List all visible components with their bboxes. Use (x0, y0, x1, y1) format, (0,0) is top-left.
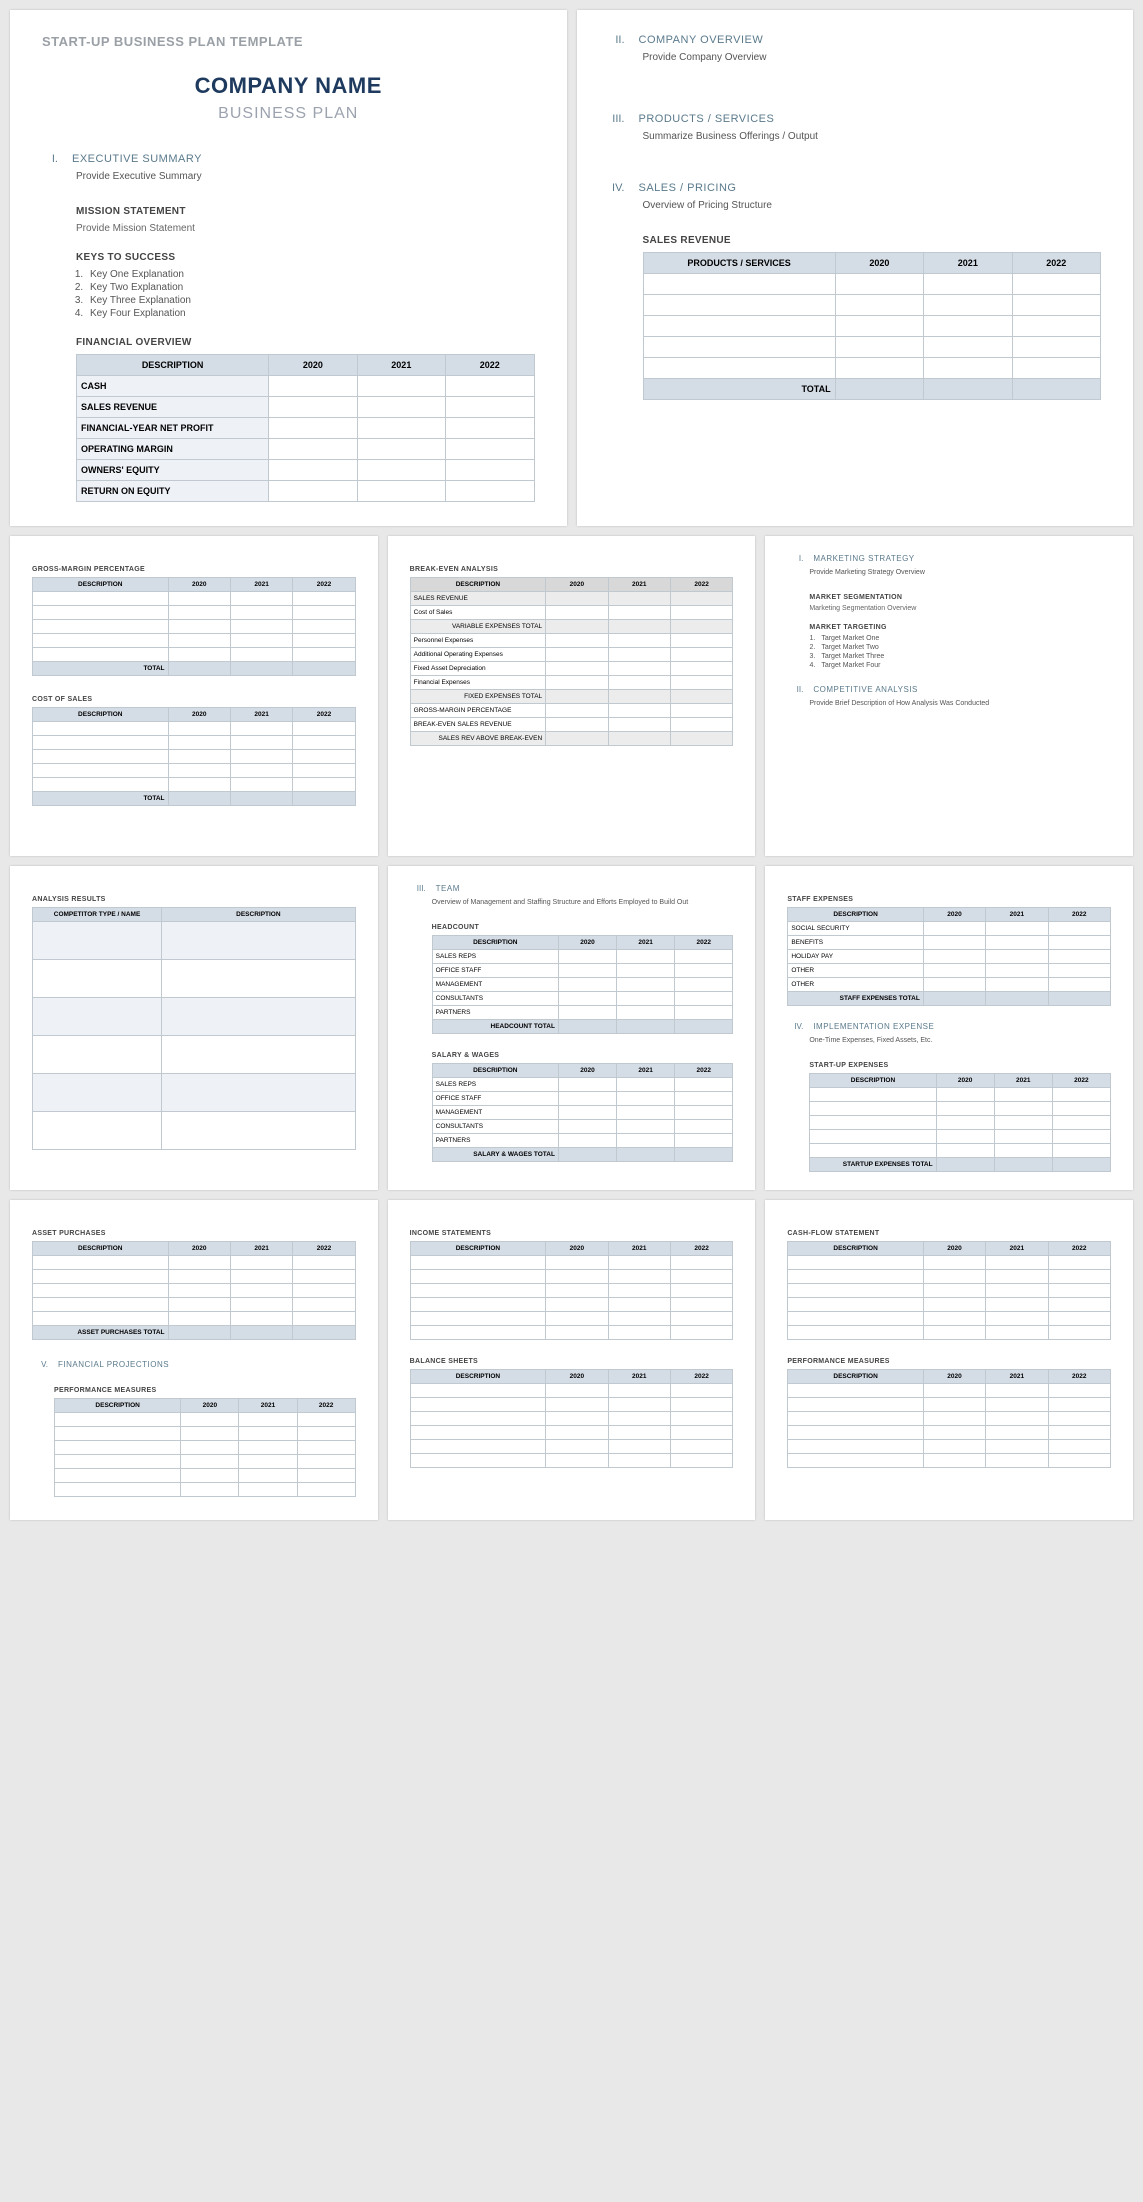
page-6: ANALYSIS RESULTS COMPETITOR TYPE / NAMED… (10, 866, 378, 1190)
su-head: START-UP EXPENSES (809, 1062, 1111, 1069)
pm2-table: DESCRIPTION202020212022 (787, 1369, 1111, 1468)
page-5: I.MARKETING STRATEGY Provide Marketing S… (765, 536, 1133, 856)
page-8: STAFF EXPENSES DESCRIPTION202020212022 S… (765, 866, 1133, 1190)
doc-subtitle: BUSINESS PLAN (42, 105, 535, 123)
hc-table: DESCRIPTION202020212022 SALES REPS OFFIC… (432, 935, 734, 1034)
section-team: III.TEAM (410, 884, 734, 893)
bea-head: BREAK-EVEN ANALYSIS (410, 566, 734, 573)
gmp-table: DESCRIPTION202020212022 TOTAL (32, 577, 356, 676)
seg-head: MARKET SEGMENTATION (809, 594, 1111, 601)
page-7: III.TEAM Overview of Management and Staf… (388, 866, 756, 1190)
bs-head: BALANCE SHEETS (410, 1358, 734, 1365)
pm-table: DESCRIPTION202020212022 (54, 1398, 356, 1497)
cf-head: CASH-FLOW STATEMENT (787, 1230, 1111, 1237)
ar-table: COMPETITOR TYPE / NAMEDESCRIPTION (32, 907, 356, 1150)
page-1: START-UP BUSINESS PLAN TEMPLATE COMPANY … (10, 10, 567, 526)
page-11: CASH-FLOW STATEMENT DESCRIPTION202020212… (765, 1200, 1133, 1520)
bs-table: DESCRIPTION202020212022 (410, 1369, 734, 1468)
pm2-head: PERFORMANCE MEASURES (787, 1358, 1111, 1365)
page-9: ASSET PURCHASES DESCRIPTION202020212022 … (10, 1200, 378, 1520)
sales-revenue-head: SALES REVENUE (643, 235, 1102, 246)
page-2: II.COMPANY OVERVIEW Provide Company Over… (577, 10, 1134, 526)
section-company-overview: II.COMPANY OVERVIEW (609, 34, 1102, 46)
fin-overview-table: DESCRIPTION202020212022 CASH SALES REVEN… (76, 354, 535, 502)
ap-head: ASSET PURCHASES (32, 1230, 356, 1237)
section-impl-expense: IV.IMPLEMENTATION EXPENSE (787, 1022, 1111, 1031)
cos-head: COST OF SALES (32, 696, 356, 703)
company-name: COMPANY NAME (42, 73, 535, 99)
bea-table: DESCRIPTION202020212022 SALES REVENUE Co… (410, 577, 734, 746)
tgt-list: Target Market One Target Market Two Targ… (817, 635, 1111, 669)
keys-list: Key One Explanation Key Two Explanation … (86, 269, 535, 319)
mission-head: MISSION STATEMENT (76, 206, 535, 217)
section-exec-summary: I. EXECUTIVE SUMMARY (42, 153, 535, 165)
is-head: INCOME STATEMENTS (410, 1230, 734, 1237)
is-table: DESCRIPTION202020212022 (410, 1241, 734, 1340)
ap-table: DESCRIPTION202020212022 ASSET PURCHASES … (32, 1241, 356, 1340)
ar-head: ANALYSIS RESULTS (32, 896, 356, 903)
su-table: DESCRIPTION202020212022 STARTUP EXPENSES… (809, 1073, 1111, 1172)
cf-table: DESCRIPTION202020212022 (787, 1241, 1111, 1340)
sw-table: DESCRIPTION202020212022 SALES REPS OFFIC… (432, 1063, 734, 1162)
se-head: STAFF EXPENSES (787, 896, 1111, 903)
cos-table: DESCRIPTION202020212022 TOTAL (32, 707, 356, 806)
section-products-services: III.PRODUCTS / SERVICES (609, 113, 1102, 125)
se-table: DESCRIPTION202020212022 SOCIAL SECURITY … (787, 907, 1111, 1006)
section-marketing: I.MARKETING STRATEGY (787, 554, 1111, 563)
page-10: INCOME STATEMENTS DESCRIPTION20202021202… (388, 1200, 756, 1520)
fin-overview-head: FINANCIAL OVERVIEW (76, 337, 535, 348)
tgt-head: MARKET TARGETING (809, 624, 1111, 631)
hc-head: HEADCOUNT (432, 924, 734, 931)
sw-head: SALARY & WAGES (432, 1052, 734, 1059)
section-fin-proj: V.FINANCIAL PROJECTIONS (32, 1360, 356, 1369)
pm-head: PERFORMANCE MEASURES (54, 1387, 356, 1394)
gmp-head: GROSS-MARGIN PERCENTAGE (32, 566, 356, 573)
sales-revenue-table: PRODUCTS / SERVICES202020212022 TOTAL (643, 252, 1102, 400)
page-3: GROSS-MARGIN PERCENTAGE DESCRIPTION20202… (10, 536, 378, 856)
template-title: START-UP BUSINESS PLAN TEMPLATE (42, 34, 535, 49)
section-competitive: II.COMPETITIVE ANALYSIS (787, 685, 1111, 694)
section-sales-pricing: IV.SALES / PRICING (609, 182, 1102, 194)
page-4: BREAK-EVEN ANALYSIS DESCRIPTION202020212… (388, 536, 756, 856)
keys-head: KEYS TO SUCCESS (76, 252, 535, 263)
